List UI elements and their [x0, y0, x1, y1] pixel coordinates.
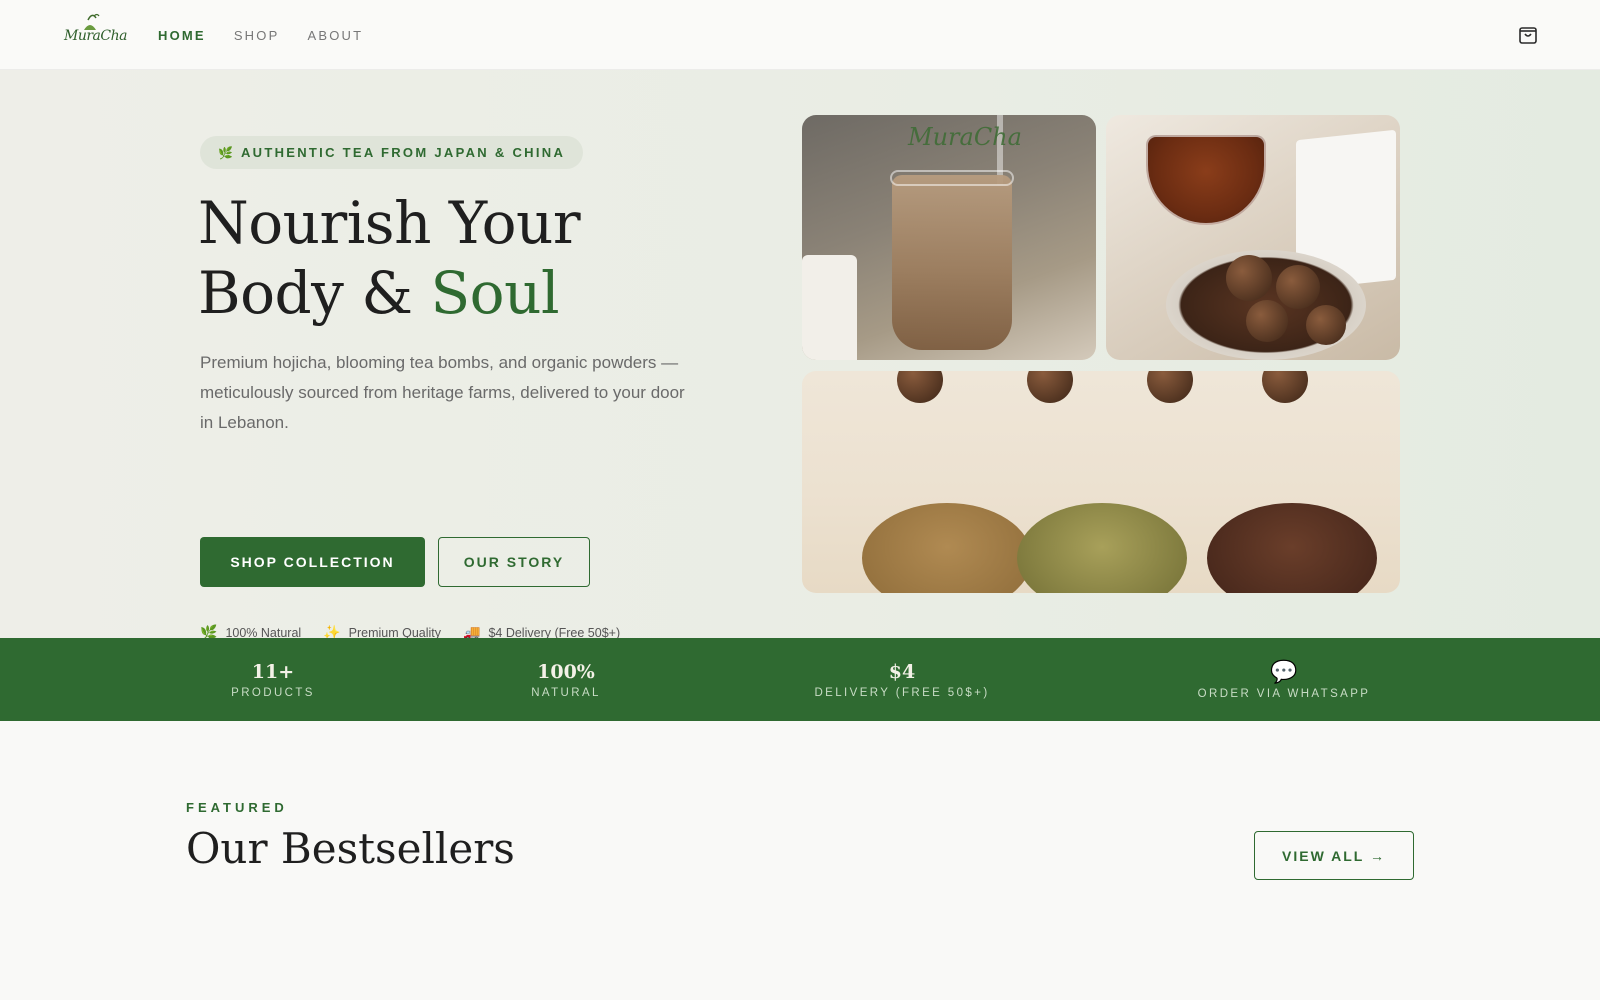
teacup-shape — [1146, 135, 1266, 225]
badge-text: AUTHENTIC TEA FROM JAPAN & CHINA — [240, 145, 566, 160]
shop-collection-button[interactable]: SHOP COLLECTION — [200, 537, 425, 587]
stat-whatsapp[interactable]: 💬 ORDER VIA WHATSAPP — [1198, 638, 1371, 721]
stat-value: $4 — [888, 660, 916, 683]
hero-title: Nourish Your Body & Soul — [198, 188, 581, 328]
stat-products: 11+ PRODUCTS — [231, 638, 315, 721]
tea-bomb — [1147, 371, 1193, 403]
loose-leaf-pile — [1017, 503, 1187, 593]
stats-bar: 11+ PRODUCTS 100% NATURAL $4 DELIVERY (F… — [0, 638, 1600, 721]
stat-label: DELIVERY (FREE 50$+) — [814, 686, 990, 699]
nav-links: HOME SHOP ABOUT — [158, 28, 363, 43]
section-title: Our Bestsellers — [186, 824, 515, 873]
stat-value: 100% — [537, 660, 595, 683]
stat-label: ORDER VIA WHATSAPP — [1197, 687, 1371, 700]
view-all-button[interactable]: VIEW ALL → — [1254, 831, 1414, 880]
our-story-button[interactable]: OUR STORY — [438, 537, 590, 587]
tea-bomb — [1027, 371, 1073, 403]
tea-bomb — [1276, 265, 1320, 309]
stat-label: NATURAL — [531, 686, 601, 699]
glass-rim — [890, 170, 1014, 186]
hojicha-latte-image: MuraCha — [802, 115, 1096, 360]
stat-delivery: $4 DELIVERY (FREE 50$+) — [814, 638, 989, 721]
cup-shape — [802, 255, 857, 360]
tea-bomb — [1262, 371, 1308, 403]
brand-logo[interactable]: MuraCha — [64, 12, 127, 46]
glass-shape — [892, 175, 1012, 350]
nav-link-home[interactable]: HOME — [158, 28, 206, 43]
tea-bomb — [1246, 300, 1288, 342]
tea-bombs-image — [1106, 115, 1400, 360]
stat-value: 11+ — [251, 660, 295, 683]
stat-natural: 100% NATURAL — [531, 638, 601, 721]
hero-title-accent: Soul — [430, 259, 559, 327]
hojicha-powder-pile — [862, 503, 1032, 593]
stat-label: PRODUCTS — [231, 686, 315, 699]
tea-bomb — [1226, 255, 1272, 301]
roasted-leaf-pile — [1207, 503, 1377, 593]
hero-title-line2-prefix: Body & — [198, 259, 431, 327]
nav-link-shop[interactable]: SHOP — [234, 28, 280, 43]
top-nav: MuraCha HOME SHOP ABOUT — [0, 0, 1600, 70]
image-watermark-logo: MuraCha — [908, 123, 1022, 151]
hero-description: Premium hojicha, blooming tea bombs, and… — [200, 353, 685, 432]
logo-text: MuraCha — [64, 28, 127, 44]
section-eyebrow: FEATURED — [186, 800, 288, 815]
chat-bubble-icon: 💬 — [1270, 658, 1298, 684]
tea-bomb — [897, 371, 943, 403]
shopping-bag-icon[interactable] — [1516, 22, 1540, 46]
hero-title-line1: Nourish Your — [198, 189, 581, 257]
tea-bomb — [1306, 305, 1346, 345]
nav-link-about[interactable]: ABOUT — [307, 28, 363, 43]
leaf-icon: 🌿 — [218, 145, 233, 160]
tea-powders-image — [802, 371, 1400, 593]
origin-badge: 🌿 AUTHENTIC TEA FROM JAPAN & CHINA — [200, 136, 584, 169]
